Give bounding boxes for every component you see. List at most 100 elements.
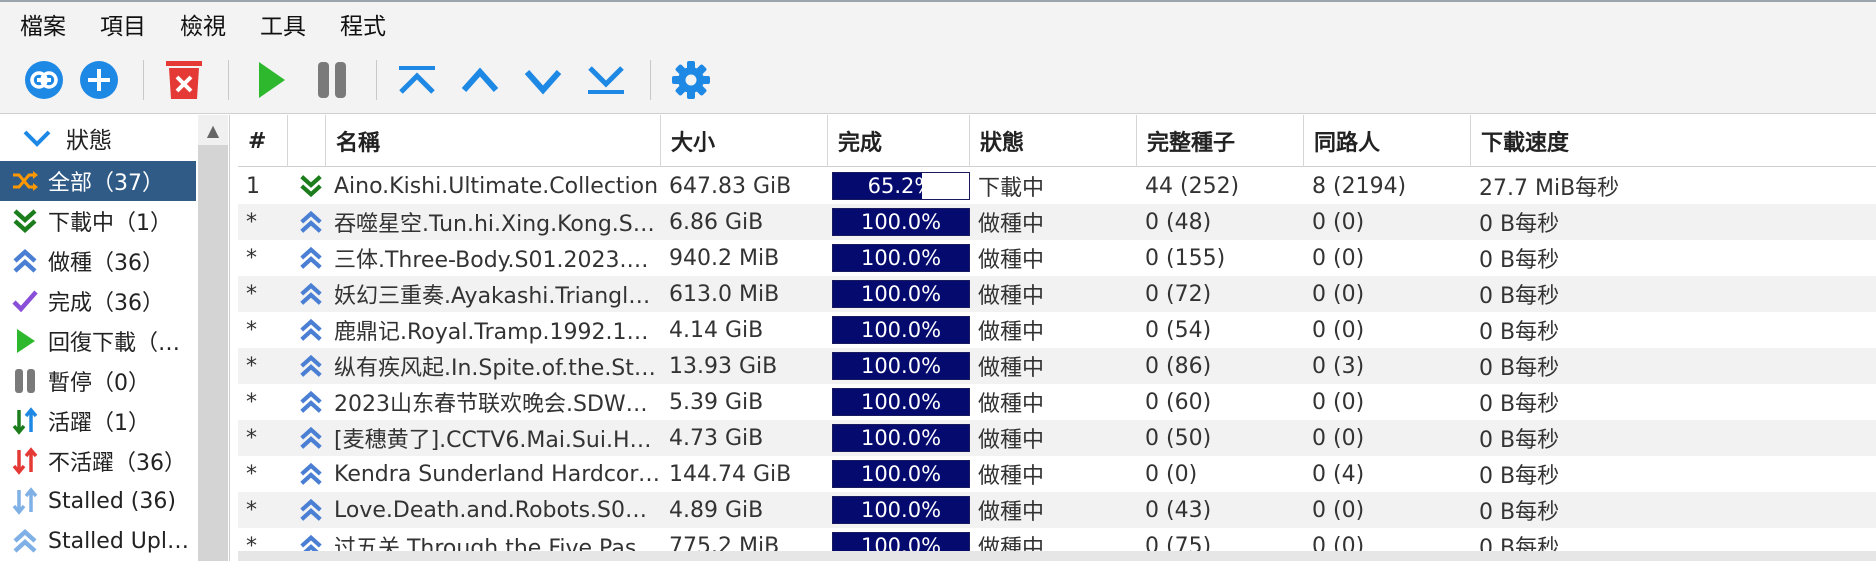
cell-seeds-text: 0 (86) [1145, 353, 1212, 379]
toolbar [0, 46, 1876, 114]
add-torrent-button[interactable] [73, 54, 125, 106]
cell-size: 144.74 GiB [661, 456, 828, 492]
table-row[interactable]: * 吞噬星空.Tun.hi.Xing.Kong.S01.2… 6.86 GiB 100… [238, 204, 1876, 240]
filter-completed[interactable]: 完成（36） [0, 281, 196, 321]
cell-download-speed-text: 27.7 MiB每秒 [1479, 176, 1620, 201]
pause-button[interactable] [306, 54, 358, 106]
table-row[interactable]: * Kendra Sunderland Hardcore UH… 144.74 Gi… [238, 456, 1876, 492]
column-header-peers[interactable]: 同路人 [1304, 115, 1471, 167]
cell-download-speed-text: 0 B每秒 [1479, 428, 1560, 453]
menu-program[interactable]: 程式 [328, 7, 408, 41]
filter-stalled[interactable]: Stalled (36) [0, 481, 196, 521]
cell-number: * [238, 456, 288, 492]
cell-name: 纵有疾风起.In.Spite.of.the.Strong.… [326, 348, 661, 384]
table-row[interactable]: * 纵有疾风起.In.Spite.of.the.Strong.… 13.93 GiB… [238, 348, 1876, 384]
status-filter-header[interactable]: 狀態 [0, 115, 196, 161]
seeding-icon [300, 390, 322, 413]
cell-name: Love.Death.and.Robots.S03.1080… [326, 492, 661, 528]
column-header-progress[interactable]: 完成 [828, 115, 970, 167]
filter-stalled-uploading[interactable]: Stalled Upl… [0, 521, 196, 561]
column-header-size[interactable]: 大小 [661, 115, 828, 167]
filter-seeding[interactable]: 做種（36） [0, 241, 196, 281]
resume-button[interactable] [243, 54, 295, 106]
progress-label: 100.0% [860, 390, 942, 414]
filter-downloading[interactable]: 下載中（1） [0, 201, 196, 241]
cell-name-text: Aino.Kishi.Ultimate.Collection [334, 173, 659, 199]
cell-peers-text: 0 (3) [1312, 353, 1365, 379]
gear-icon [672, 61, 710, 99]
cell-seeds-text: 0 (72) [1145, 281, 1212, 307]
table-row[interactable]: * 妖幻三重奏.Ayakashi.Triangle.S01… 613.0 MiB 10… [238, 276, 1876, 312]
cell-progress: 100.0% [828, 348, 970, 384]
cell-name-text: 妖幻三重奏.Ayakashi.Triangle.S01… [334, 284, 661, 309]
filter-paused[interactable]: 暫停（0） [0, 361, 196, 401]
cell-name: 鹿鼎记.Royal.Tramp.1992.1080p.… [326, 312, 661, 348]
column-header-seeds[interactable]: 完整種子 [1137, 115, 1304, 167]
column-header-number[interactable]: # [238, 115, 288, 167]
cell-seeds: 0 (155) [1137, 240, 1304, 276]
filter-all[interactable]: 全部（37） [0, 161, 196, 201]
cell-state [288, 384, 326, 420]
column-header-state[interactable] [288, 115, 326, 167]
table-row[interactable]: * 鹿鼎记.Royal.Tramp.1992.1080p.… 4.14 GiB 100… [238, 312, 1876, 348]
cell-status-text: 做種中 [978, 356, 1045, 381]
table-row[interactable]: 1 Aino.Kishi.Ultimate.Collection 647.83 Gi… [238, 168, 1876, 204]
table-row[interactable]: * 三体.Three-Body.S01.2023.2160p.… 940.2 MiB… [238, 240, 1876, 276]
filter-resumed[interactable]: 回復下載（… [0, 321, 196, 361]
cell-peers-text: 0 (0) [1312, 317, 1365, 343]
menu-view[interactable]: 檢視 [168, 7, 248, 41]
menu-tools[interactable]: 工具 [248, 7, 328, 41]
cell-number: * [238, 492, 288, 528]
column-header-status[interactable]: 狀態 [970, 115, 1137, 167]
cell-number-text: * [246, 425, 257, 451]
cell-seeds-text: 0 (155) [1145, 245, 1226, 271]
sidebar-scrollbar[interactable]: ▲ [198, 115, 228, 561]
cell-seeds-text: 0 (60) [1145, 389, 1212, 415]
filter-inactive[interactable]: 不活躍（36） [0, 441, 196, 481]
progress-bar: 100.0% [832, 208, 970, 236]
menu-item[interactable]: 項目 [88, 7, 168, 41]
cell-status-text: 做種中 [978, 212, 1045, 237]
filter-label: 不活躍（36） [48, 451, 186, 476]
cell-number: * [238, 240, 288, 276]
cell-peers: 0 (0) [1304, 240, 1471, 276]
cell-peers: 0 (0) [1304, 420, 1471, 456]
table-row[interactable]: * 2023山东春节联欢晚会.SDWS.Chi… 5.39 GiB 100.0% 做種中… [238, 384, 1876, 420]
cell-progress: 100.0% [828, 492, 970, 528]
move-bottom-icon [588, 66, 624, 94]
progress-label: 65.2% [867, 174, 935, 198]
table-row[interactable]: * [麦穗黄了].CCTV6.Mai.Sui.Huang.… 4.73 GiB 100… [238, 420, 1876, 456]
move-down-button[interactable] [517, 54, 569, 106]
seeding-icon [300, 498, 322, 521]
cell-size-text: 4.14 GiB [669, 317, 764, 343]
progress-label: 100.0% [860, 210, 942, 234]
cell-peers-text: 0 (4) [1312, 461, 1365, 487]
horizontal-scrollbar[interactable] [238, 551, 1876, 561]
filter-active[interactable]: 活躍（1） [0, 401, 196, 441]
cell-progress: 100.0% [828, 384, 970, 420]
scroll-up-arrow-icon[interactable]: ▲ [198, 115, 228, 145]
delete-button[interactable] [158, 54, 210, 106]
cell-peers: 0 (0) [1304, 312, 1471, 348]
table-header: # 名稱 大小 完成 狀態 完整種子 同路人 下載速度 [238, 115, 1876, 167]
inactive-icon [12, 447, 38, 475]
table-row[interactable]: * Love.Death.and.Robots.S03.1080… 4.89 GiB… [238, 492, 1876, 528]
menu-file[interactable]: 檔案 [8, 7, 88, 41]
move-bottom-button[interactable] [580, 54, 632, 106]
cell-name: 三体.Three-Body.S01.2023.2160p.… [326, 240, 661, 276]
cell-state [288, 420, 326, 456]
cell-state [288, 348, 326, 384]
cell-status-text: 做種中 [978, 320, 1045, 345]
cell-number: * [238, 420, 288, 456]
column-header-download-speed[interactable]: 下載速度 [1471, 115, 1876, 167]
progress-bar: 100.0% [832, 460, 970, 488]
column-header-name[interactable]: 名稱 [326, 115, 661, 167]
move-up-button[interactable] [454, 54, 506, 106]
move-top-button[interactable] [391, 54, 443, 106]
options-button[interactable] [665, 54, 717, 106]
cell-seeds: 0 (54) [1137, 312, 1304, 348]
cell-state [288, 240, 326, 276]
play-icon [17, 329, 35, 353]
progress-label: 100.0% [860, 318, 942, 342]
add-link-button[interactable] [18, 54, 70, 106]
